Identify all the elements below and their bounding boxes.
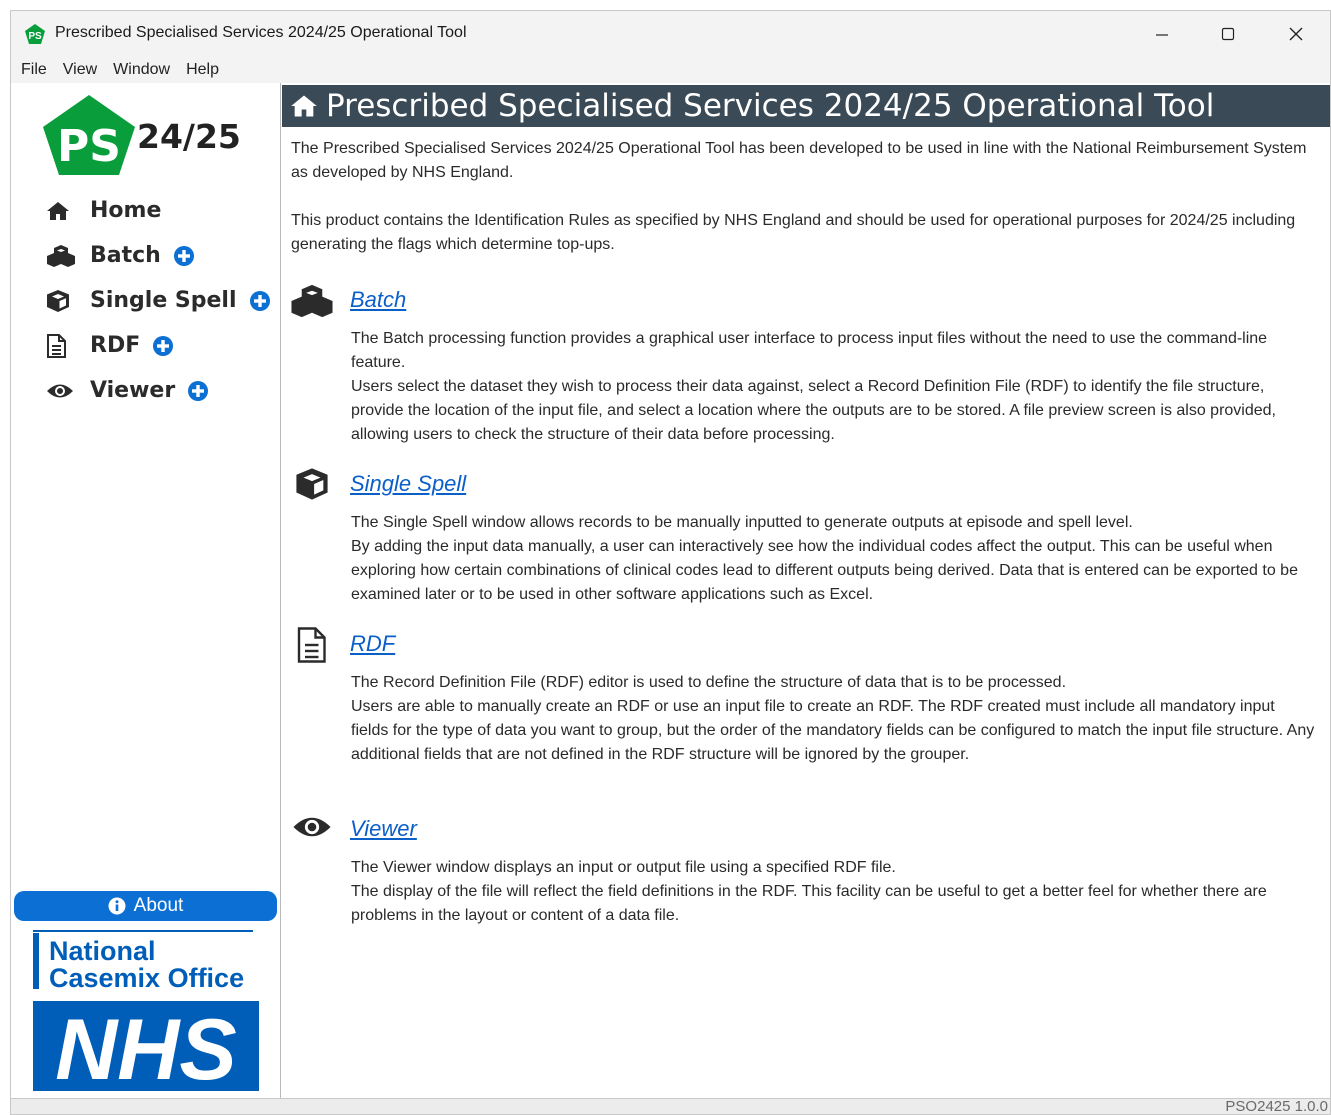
title-bar[interactable]: PS Prescribed Specialised Services 2024/…	[11, 11, 1330, 57]
page-title: Prescribed Specialised Services 2024/25 …	[326, 88, 1215, 124]
sidebar-item-label: Batch	[90, 243, 161, 268]
sidebar-item-label: Home	[90, 198, 162, 223]
sidebar: PS 24/25 Home Batch Single Spell RDF Vie…	[11, 83, 281, 1098]
nhs-logo: NHS	[33, 1001, 259, 1091]
document-icon	[46, 333, 76, 358]
menu-bar: File View Window Help	[11, 57, 1330, 83]
menu-file[interactable]: File	[13, 61, 55, 79]
svg-text:Casemix Office: Casemix Office	[49, 963, 244, 993]
rdf-link[interactable]: RDF	[350, 631, 395, 657]
close-icon	[1289, 27, 1303, 41]
document-icon	[290, 627, 334, 663]
app-icon: PS	[25, 24, 45, 44]
sidebar-item-single-spell[interactable]: Single Spell	[46, 278, 271, 323]
sidebar-item-batch[interactable]: Batch	[46, 233, 271, 278]
single-spell-link[interactable]: Single Spell	[350, 471, 466, 497]
cubes-icon	[290, 283, 334, 319]
sidebar-item-label: RDF	[90, 333, 141, 358]
minimize-button[interactable]	[1129, 11, 1195, 57]
intro-text: The Prescribed Specialised Services 2024…	[291, 137, 1316, 281]
status-bar: PSO2425 1.0.0	[11, 1098, 1330, 1114]
plus-circle-icon[interactable]	[173, 245, 195, 267]
window-title: Prescribed Specialised Services 2024/25 …	[55, 24, 467, 41]
section-viewer: Viewer The Viewer window displays an inp…	[282, 812, 1316, 932]
close-button[interactable]	[1263, 11, 1329, 57]
sidebar-item-rdf[interactable]: RDF	[46, 323, 271, 368]
cube-icon	[46, 289, 76, 313]
sidebar-item-viewer[interactable]: Viewer	[46, 368, 271, 413]
cubes-icon	[46, 244, 76, 268]
plus-circle-icon[interactable]	[249, 290, 271, 312]
description-line: The Batch processing function provides a…	[351, 330, 1268, 371]
ps-logo: PS	[43, 95, 135, 175]
home-icon	[291, 95, 317, 117]
version-label: PSO2425 1.0.0	[1225, 1098, 1328, 1115]
sidebar-nav: Home Batch Single Spell RDF Viewer	[46, 188, 271, 413]
plus-circle-icon[interactable]	[152, 335, 174, 357]
section-description: The Record Definition File (RDF) editor …	[351, 671, 1316, 767]
sidebar-item-home[interactable]: Home	[46, 188, 271, 233]
svg-text:PS: PS	[28, 31, 42, 42]
svg-text:National: National	[49, 936, 156, 966]
section-description: The Batch processing function provides a…	[351, 327, 1316, 447]
svg-text:PS: PS	[57, 121, 121, 172]
menu-window[interactable]: Window	[105, 61, 178, 79]
about-label: About	[133, 895, 184, 916]
section-single-spell: Single Spell The Single Spell window all…	[282, 467, 1316, 607]
menu-view[interactable]: View	[55, 61, 105, 79]
description-line: The Viewer window displays an input or o…	[351, 859, 896, 876]
info-icon	[108, 897, 126, 915]
logo-year: 24/25	[137, 117, 241, 156]
app-window: PS Prescribed Specialised Services 2024/…	[10, 10, 1331, 1115]
svg-text:NHS: NHS	[55, 1003, 237, 1089]
cube-icon	[290, 467, 334, 503]
home-icon	[46, 199, 76, 223]
national-casemix-office-logo: National Casemix Office	[33, 930, 253, 993]
description-line: By adding the input data manually, a use…	[351, 538, 1298, 603]
plus-circle-icon[interactable]	[187, 380, 209, 402]
description-line: Users are able to manually create an RDF…	[351, 698, 1315, 763]
main-content: Prescribed Specialised Services 2024/25 …	[282, 83, 1330, 1098]
description-line: Users select the dataset they wish to pr…	[351, 378, 1276, 443]
batch-link[interactable]: Batch	[350, 287, 406, 313]
section-rdf: RDF The Record Definition File (RDF) edi…	[282, 627, 1316, 797]
section-batch: Batch The Batch processing function prov…	[282, 283, 1316, 453]
viewer-link[interactable]: Viewer	[350, 816, 417, 842]
minimize-icon	[1156, 34, 1168, 36]
intro-paragraph: This product contains the Identification…	[291, 212, 1296, 253]
description-line: The display of the file will reflect the…	[351, 883, 1267, 924]
eye-icon	[46, 379, 76, 403]
maximize-icon	[1221, 27, 1235, 41]
section-description: The Single Spell window allows records t…	[351, 511, 1316, 607]
description-line: The Record Definition File (RDF) editor …	[351, 674, 1067, 691]
maximize-button[interactable]	[1195, 11, 1261, 57]
section-description: The Viewer window displays an input or o…	[351, 856, 1316, 928]
menu-help[interactable]: Help	[178, 61, 227, 79]
eye-icon	[290, 812, 334, 848]
about-button[interactable]: About	[14, 891, 277, 921]
intro-paragraph: The Prescribed Specialised Services 2024…	[291, 140, 1307, 181]
sidebar-item-label: Single Spell	[90, 288, 237, 313]
page-header: Prescribed Specialised Services 2024/25 …	[282, 85, 1330, 127]
sidebar-item-label: Viewer	[90, 378, 176, 403]
description-line: The Single Spell window allows records t…	[351, 514, 1133, 531]
